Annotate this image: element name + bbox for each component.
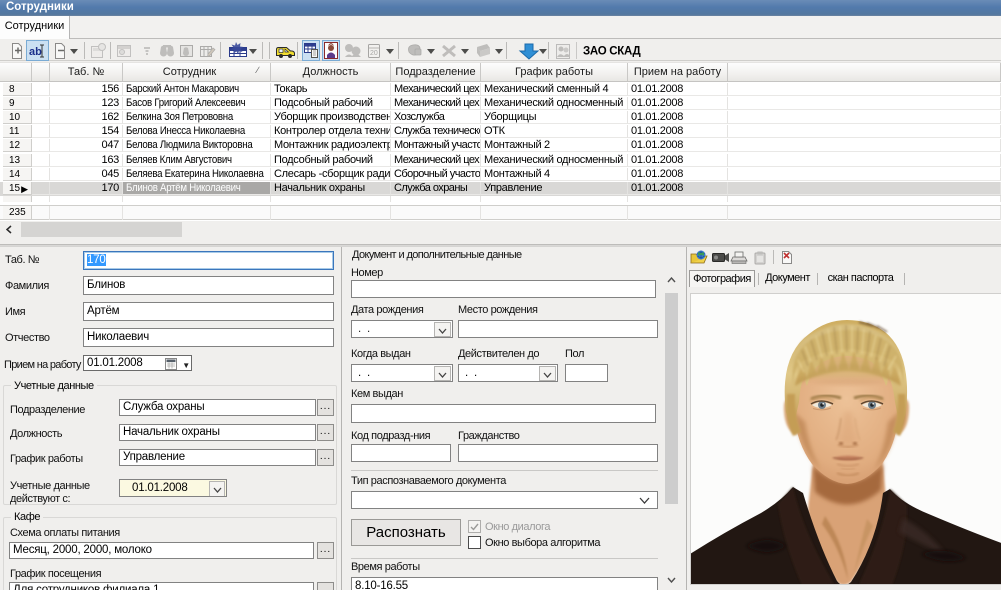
svg-text:20: 20 (370, 50, 378, 57)
svg-text:ЗАО СКАД: ЗАО СКАД (583, 46, 640, 58)
svg-text:ab: ab (29, 46, 42, 58)
